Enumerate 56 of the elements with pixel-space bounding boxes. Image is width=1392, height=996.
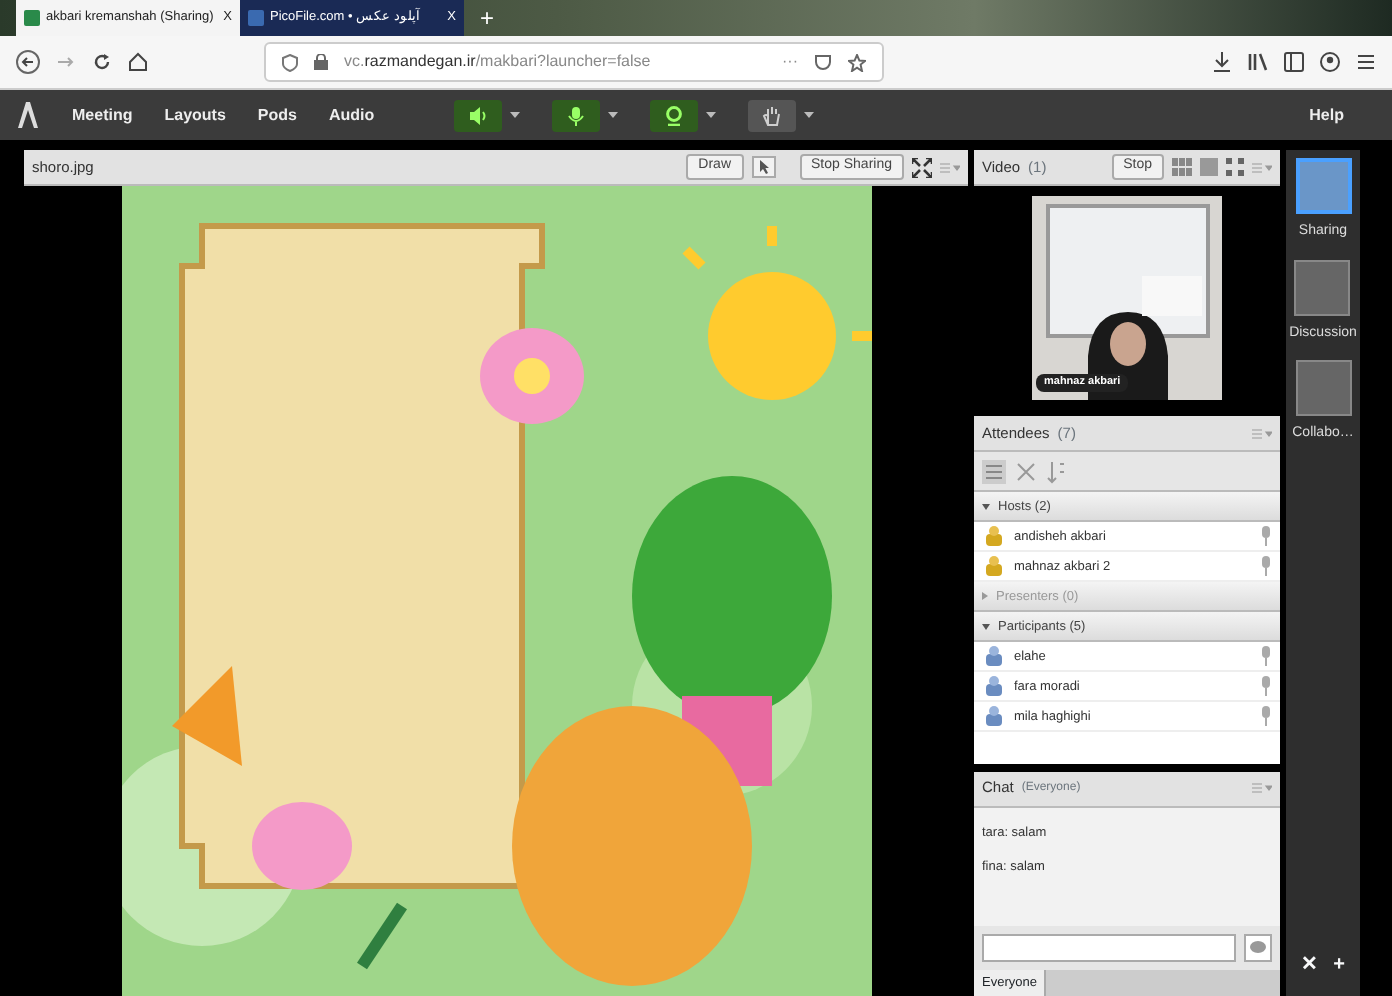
adobe-logo-icon	[16, 99, 40, 131]
pointer-icon[interactable]	[751, 156, 776, 178]
expand-arrow-icon[interactable]	[982, 503, 990, 510]
menu-item[interactable]: Pods	[257, 103, 297, 127]
dropdown-caret-icon[interactable]	[706, 112, 717, 118]
send-button[interactable]	[1244, 934, 1272, 962]
reload-icon[interactable]	[92, 52, 112, 72]
new-tab-button[interactable]: +	[480, 0, 495, 36]
lock-icon	[314, 54, 328, 70]
message-input[interactable]	[982, 934, 1236, 962]
menu-item[interactable]: Layouts	[164, 103, 226, 127]
home-icon[interactable]	[128, 52, 148, 72]
microphone-status-icon	[1260, 706, 1272, 727]
microphone-status-icon	[1260, 526, 1272, 547]
page-actions-button[interactable]: ···	[782, 50, 798, 74]
dropdown-caret-icon[interactable]	[804, 112, 815, 118]
page-icon	[248, 10, 264, 26]
grid-view-icon[interactable]	[1172, 158, 1192, 176]
microphone-icon[interactable]	[566, 105, 587, 125]
address-bar[interactable]: vc.razmandegan.ir/makbari?launcher=false ···	[264, 42, 884, 82]
sidebar-icon[interactable]	[1284, 52, 1304, 72]
dropdown-caret-icon[interactable]	[510, 112, 521, 118]
menu-item[interactable]: Audio	[328, 103, 375, 127]
bookmark-star-icon[interactable]	[848, 53, 866, 71]
list-view-icon[interactable]	[982, 459, 1006, 484]
shield-icon	[282, 53, 298, 71]
dropdown-caret-icon[interactable]	[608, 112, 619, 118]
back-icon[interactable]	[16, 50, 40, 74]
delete-layout-button[interactable]: ✕	[1301, 950, 1318, 980]
person-icon	[982, 554, 1006, 579]
expand-arrow-icon[interactable]	[982, 623, 990, 630]
layout-thumbnail[interactable]	[1294, 259, 1351, 315]
layout-thumbnail[interactable]	[1295, 158, 1351, 214]
microphone-status-icon	[1260, 676, 1272, 697]
raised-hand-icon[interactable]	[762, 105, 783, 125]
help-menu[interactable]: Help	[1309, 103, 1344, 127]
person-icon	[982, 524, 1006, 549]
speaker-icon[interactable]	[468, 105, 489, 125]
library-icon[interactable]	[1248, 52, 1268, 72]
person-icon	[982, 674, 1006, 699]
layout-thumbnail[interactable]	[1295, 360, 1351, 416]
person-icon	[982, 704, 1006, 729]
page-icon	[24, 10, 40, 26]
url-text: vc.razmandegan.ir/makbari?launcher=false	[344, 50, 653, 74]
microphone-status-icon	[1260, 556, 1272, 577]
add-layout-button[interactable]: +	[1333, 950, 1345, 980]
fullscreen-icon[interactable]	[912, 157, 932, 177]
microphone-status-icon	[1260, 646, 1272, 667]
menu-icon[interactable]	[1356, 52, 1376, 72]
pocket-icon[interactable]	[814, 53, 832, 71]
menu-item[interactable]: Meeting	[72, 103, 133, 127]
account-icon[interactable]	[1320, 52, 1340, 72]
person-icon	[982, 644, 1006, 669]
webcam-icon[interactable]	[664, 105, 685, 125]
expand-icon[interactable]	[1226, 158, 1244, 176]
download-icon[interactable]	[1212, 52, 1232, 72]
